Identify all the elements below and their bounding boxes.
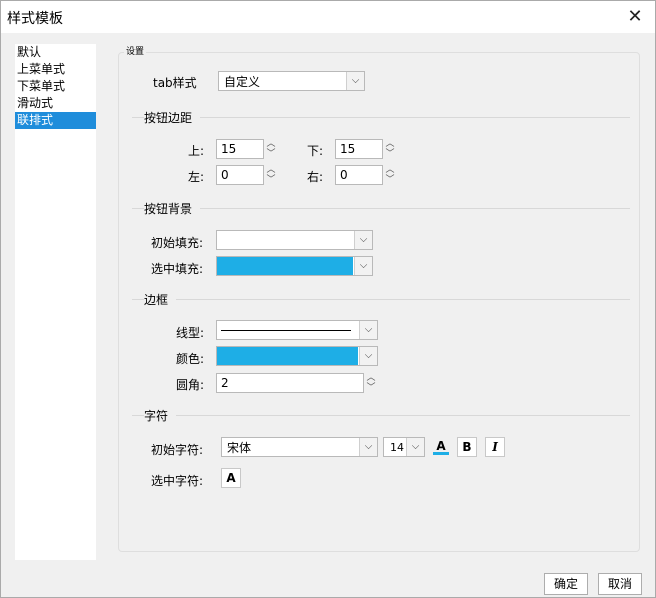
stepper-down-icon[interactable]: ﹀ [384,175,396,185]
style-item-default[interactable]: 默认 [15,44,96,61]
stepper-down-icon[interactable]: ﹀ [265,175,277,185]
chevron-down-icon[interactable]: ⌵ [354,257,372,275]
corner-radius-label: 圆角: [176,378,205,392]
margin-bottom-input[interactable]: 15 [335,139,383,159]
line-type-select[interactable]: ⌵ [216,320,378,340]
chevron-down-icon[interactable]: ⌵ [346,72,364,90]
margin-bottom-label: 下: [307,144,324,158]
chevron-down-icon[interactable]: ⌵ [359,347,377,365]
font-family-select[interactable]: 宋体 ⌵ [221,437,378,457]
margin-right-input[interactable]: 0 [335,165,383,185]
chevron-down-icon[interactable]: ⌵ [359,321,377,339]
style-item-row[interactable]: 联排式 [15,112,96,129]
selected-font-label: 选中字符: [151,474,204,488]
font-size-value: 14 [390,441,404,454]
selected-fill-select[interactable]: ⌵ [216,256,373,276]
bold-button[interactable]: B [457,437,477,457]
line-type-label: 线型: [176,326,205,340]
margin-top-stepper[interactable]: ︿ ﹀ [265,139,277,159]
margin-right-stepper[interactable]: ︿ ﹀ [384,165,396,185]
section-divider [132,415,630,416]
font-color-button[interactable]: A [431,437,451,457]
margin-right-label: 右: [307,170,324,184]
initial-fill-swatch [219,233,352,247]
section-divider [132,117,630,118]
border-color-label: 颜色: [176,352,205,366]
chevron-down-icon[interactable]: ⌵ [359,438,377,456]
selected-fill-label: 选中填充: [151,262,204,276]
chevron-down-icon[interactable]: ⌵ [406,438,424,456]
corner-radius-stepper[interactable]: ︿ ﹀ [365,373,377,393]
font-family-value: 宋体 [227,441,252,455]
section-divider [132,299,630,300]
stepper-up-icon[interactable]: ︿ [384,165,396,175]
font-section-title: 字符 [144,407,177,424]
margin-top-label: 上: [188,144,205,158]
dialog-title: 样式模板 [7,11,63,27]
stepper-down-icon[interactable]: ﹀ [384,149,396,159]
selected-font-button[interactable]: A [221,468,241,488]
style-item-slide[interactable]: 滑动式 [15,95,96,112]
margin-bottom-stepper[interactable]: ︿ ﹀ [384,139,396,159]
cancel-button[interactable]: 取消 [598,573,642,595]
style-item-bottom-menu[interactable]: 下菜单式 [15,78,96,95]
stepper-up-icon[interactable]: ︿ [365,373,377,383]
initial-font-label: 初始字符: [151,443,204,457]
italic-icon: I [492,440,498,454]
margin-left-input[interactable]: 0 [216,165,264,185]
initial-fill-label: 初始填充: [151,236,204,250]
margin-left-label: 左: [188,170,205,184]
font-style-icon: A [226,471,236,485]
ok-button[interactable]: 确定 [544,573,588,595]
corner-radius-input[interactable]: 2 [216,373,364,393]
style-template-dialog: 样式模板 ✕ 默认 上菜单式 下菜单式 滑动式 联排式 设置 tab样式 自定义… [0,0,656,598]
stepper-down-icon[interactable]: ﹀ [265,149,277,159]
chevron-down-icon[interactable]: ⌵ [354,231,372,249]
margin-section-title: 按钮边距 [144,109,201,126]
margin-left-stepper[interactable]: ︿ ﹀ [265,165,277,185]
bold-icon: B [462,440,472,454]
border-color-select[interactable]: ⌵ [216,346,378,366]
margin-top-input[interactable]: 15 [216,139,264,159]
solid-line-sample [221,330,351,331]
tab-style-select[interactable]: 自定义 ⌵ [218,71,365,91]
stepper-down-icon[interactable]: ﹀ [365,383,377,393]
section-divider [132,208,630,209]
font-color-icon: A [436,439,446,453]
tab-style-value: 自定义 [224,75,261,89]
italic-button[interactable]: I [485,437,505,457]
font-color-bar [433,452,449,455]
stepper-up-icon[interactable]: ︿ [265,165,277,175]
style-item-top-menu[interactable]: 上菜单式 [15,61,96,78]
title-bar: 样式模板 ✕ [1,1,655,33]
font-size-select[interactable]: 14 ⌵ [383,437,425,457]
tab-style-label: tab样式 [153,76,197,90]
stepper-up-icon[interactable]: ︿ [384,139,396,149]
close-icon[interactable]: ✕ [623,6,647,28]
initial-fill-select[interactable]: ⌵ [216,230,373,250]
settings-panel-label: 设置 [124,44,147,57]
border-color-swatch [217,347,358,365]
background-section-title: 按钮背景 [144,200,201,217]
border-section-title: 边框 [144,291,177,308]
stepper-up-icon[interactable]: ︿ [265,139,277,149]
selected-fill-swatch [217,257,353,275]
style-list: 默认 上菜单式 下菜单式 滑动式 联排式 [15,44,96,560]
